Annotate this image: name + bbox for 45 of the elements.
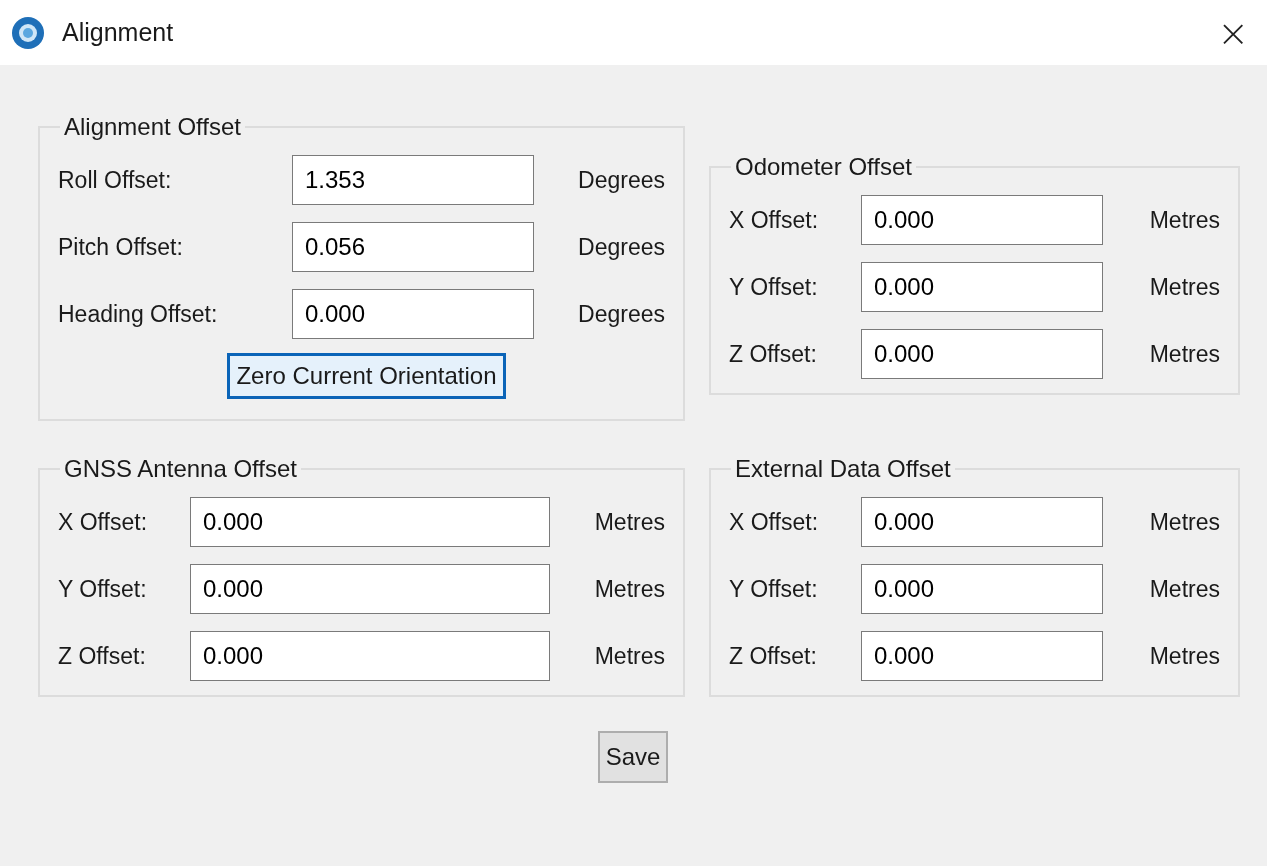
unit-label: Metres (1149, 340, 1220, 368)
field-label: Z Offset: (729, 642, 818, 670)
group-title: Odometer Offset (734, 153, 913, 181)
zero-orientation-button[interactable]: Zero Current Orientation (227, 353, 506, 399)
field-label: Y Offset: (58, 575, 148, 603)
field-label: Z Offset: (58, 642, 147, 670)
field-label: Roll Offset: (58, 166, 173, 194)
save-button[interactable]: Save (597, 731, 669, 783)
unit-label: Metres (594, 642, 665, 670)
field-label: Heading Offset: (58, 300, 219, 328)
input-field[interactable]: 0.000 (861, 631, 1103, 681)
input-field[interactable]: 0.000 (190, 564, 550, 614)
input-field[interactable]: 0.000 (861, 497, 1103, 547)
field-label: Z Offset: (729, 340, 818, 368)
unit-label: Degrees (578, 300, 665, 328)
unit-label: Degrees (578, 233, 665, 261)
unit-label: Metres (1149, 642, 1220, 670)
close-button[interactable]: × (1211, 13, 1255, 52)
field-label: X Offset: (729, 508, 820, 536)
unit-label: Metres (594, 575, 665, 603)
unit-label: Metres (1149, 508, 1220, 536)
field-label: X Offset: (729, 206, 820, 234)
input-field[interactable]: 0.000 (861, 195, 1103, 245)
field-label: Pitch Offset: (58, 233, 184, 261)
unit-label: Metres (1149, 273, 1220, 301)
group-title: GNSS Antenna Offset (63, 455, 299, 483)
unit-label: Metres (1149, 206, 1220, 234)
input-field[interactable]: 1.353 (292, 155, 534, 205)
field-label: Y Offset: (729, 273, 819, 301)
input-field[interactable]: 0.000 (861, 262, 1103, 312)
field-label: Y Offset: (729, 575, 819, 603)
app-icon (10, 14, 46, 51)
input-field[interactable]: 0.000 (292, 289, 534, 339)
input-field[interactable]: 0.000 (861, 564, 1103, 614)
field-label: X Offset: (58, 508, 149, 536)
group-title: External Data Offset (734, 455, 952, 483)
input-field[interactable]: 0.000 (861, 329, 1103, 379)
input-field[interactable]: 0.000 (190, 631, 550, 681)
group-title: Alignment Offset (63, 113, 242, 141)
input-field[interactable]: 0.056 (292, 222, 534, 272)
window-title: Alignment (62, 18, 175, 47)
unit-label: Metres (1149, 575, 1220, 603)
input-field[interactable]: 0.000 (190, 497, 550, 547)
unit-label: Metres (594, 508, 665, 536)
unit-label: Degrees (578, 166, 665, 194)
